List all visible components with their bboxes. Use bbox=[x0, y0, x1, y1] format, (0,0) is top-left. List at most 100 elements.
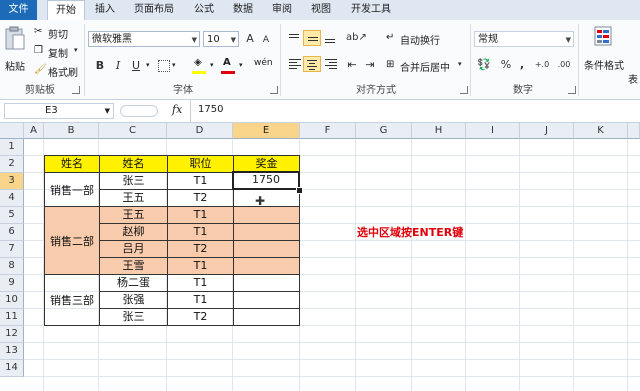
alignment-launcher-icon[interactable] bbox=[460, 86, 468, 94]
column-header-a[interactable]: A bbox=[24, 123, 44, 139]
fill-handle[interactable] bbox=[296, 187, 303, 194]
tab-developer[interactable]: 开发工具 bbox=[343, 0, 399, 20]
header-cell[interactable]: 职位 bbox=[168, 156, 234, 173]
number-format-select[interactable]: 常规 ▼ bbox=[474, 31, 574, 47]
header-cell[interactable]: 姓名 bbox=[45, 156, 100, 173]
bonus-cell[interactable] bbox=[234, 309, 300, 326]
bonus-cell[interactable] bbox=[234, 224, 300, 241]
row-header[interactable]: 4 bbox=[0, 190, 24, 207]
position-cell[interactable]: T1 bbox=[168, 224, 234, 241]
position-cell[interactable]: T2 bbox=[168, 309, 234, 326]
fill-color-button[interactable]: ◈ bbox=[192, 57, 208, 75]
name-cell[interactable]: 张三 bbox=[100, 309, 168, 326]
currency-button[interactable]: 💱 bbox=[476, 57, 492, 73]
tab-view[interactable]: 视图 bbox=[304, 0, 338, 20]
row-header[interactable]: 14 bbox=[0, 360, 24, 377]
tab-page-layout[interactable]: 页面布局 bbox=[126, 0, 182, 20]
name-cell[interactable]: 张三 bbox=[100, 173, 168, 190]
percent-button[interactable]: % bbox=[498, 57, 514, 73]
table-format-label[interactable]: 表 bbox=[628, 71, 638, 86]
row-header[interactable]: 2 bbox=[0, 156, 24, 173]
name-cell[interactable]: 王雪 bbox=[100, 258, 168, 275]
row-header[interactable]: 11 bbox=[0, 309, 24, 326]
column-header-h[interactable]: H bbox=[412, 123, 466, 139]
row-header[interactable]: 7 bbox=[0, 241, 24, 258]
decrease-decimal-button[interactable]: .00 bbox=[554, 57, 574, 73]
position-cell[interactable]: T1 bbox=[168, 173, 234, 190]
phonetic-button[interactable]: wén bbox=[254, 58, 273, 68]
formula-bar-resize-handle[interactable] bbox=[120, 105, 158, 117]
position-cell[interactable]: T2 bbox=[168, 190, 234, 207]
tab-data[interactable]: 数据 bbox=[226, 0, 260, 20]
tab-file[interactable]: 文件 bbox=[0, 0, 37, 20]
bonus-cell[interactable] bbox=[234, 292, 300, 309]
row-header[interactable]: 9 bbox=[0, 275, 24, 292]
column-header-g[interactable]: G bbox=[356, 123, 412, 139]
column-header-i[interactable]: I bbox=[466, 123, 520, 139]
position-cell[interactable]: T2 bbox=[168, 241, 234, 258]
underline-button[interactable]: U bbox=[128, 58, 144, 74]
grow-font-button[interactable]: A bbox=[242, 31, 258, 47]
bonus-cell[interactable] bbox=[234, 258, 300, 275]
column-header-d[interactable]: D bbox=[167, 123, 233, 139]
group-cell[interactable]: 销售一部 bbox=[45, 173, 100, 207]
align-bottom-button[interactable] bbox=[321, 30, 339, 46]
align-right-button[interactable] bbox=[321, 56, 339, 72]
font-name-select[interactable]: 微软雅黑 ▼ bbox=[88, 31, 200, 47]
column-header-b[interactable]: B bbox=[44, 123, 99, 139]
column-header-l[interactable] bbox=[628, 123, 640, 139]
align-top-button[interactable] bbox=[285, 30, 303, 46]
bonus-cell[interactable] bbox=[234, 207, 300, 224]
bonus-cell[interactable] bbox=[234, 241, 300, 258]
name-cell[interactable]: 杨二蛋 bbox=[100, 275, 168, 292]
active-cell-e3[interactable]: 1750 bbox=[232, 171, 300, 190]
row-header[interactable]: 1 bbox=[0, 139, 24, 156]
cut-button[interactable]: ✂ 剪切 bbox=[34, 26, 82, 41]
position-cell[interactable]: T1 bbox=[168, 207, 234, 224]
select-all-corner[interactable] bbox=[0, 123, 24, 139]
increase-indent-button[interactable]: ⇥ bbox=[362, 57, 378, 73]
clipboard-launcher-icon[interactable] bbox=[72, 86, 80, 94]
shrink-font-button[interactable]: A bbox=[258, 32, 274, 48]
row-header[interactable]: 5 bbox=[0, 207, 24, 224]
tab-review[interactable]: 审阅 bbox=[265, 0, 299, 20]
tab-insert[interactable]: 插入 bbox=[88, 0, 122, 20]
name-cell[interactable]: 赵柳 bbox=[100, 224, 168, 241]
group-cell[interactable]: 销售二部 bbox=[45, 207, 100, 275]
name-cell[interactable]: 张强 bbox=[100, 292, 168, 309]
font-launcher-icon[interactable] bbox=[270, 86, 278, 94]
position-cell[interactable]: T1 bbox=[168, 292, 234, 309]
position-cell[interactable]: T1 bbox=[168, 275, 234, 292]
merge-center-button[interactable]: ⊞ 合并后居中 ▾ bbox=[386, 59, 470, 74]
comma-button[interactable]: , bbox=[514, 57, 530, 73]
italic-button[interactable]: I bbox=[110, 58, 126, 74]
align-middle-button[interactable] bbox=[303, 30, 321, 46]
column-header-e[interactable]: E bbox=[233, 123, 300, 139]
row-header[interactable]: 8 bbox=[0, 258, 24, 275]
column-header-k[interactable]: K bbox=[574, 123, 628, 139]
row-header[interactable]: 10 bbox=[0, 292, 24, 309]
wrap-text-button[interactable]: ↵ 自动换行 bbox=[386, 32, 448, 47]
row-header[interactable]: 12 bbox=[0, 326, 24, 343]
row-header[interactable]: 6 bbox=[0, 224, 24, 241]
borders-button[interactable] bbox=[158, 60, 170, 72]
name-box[interactable]: E3 ▼ bbox=[4, 103, 114, 119]
worksheet-grid[interactable]: A B C D E F G H I J K 1 2 3 4 5 6 7 8 9 … bbox=[0, 123, 640, 391]
conditional-format-button[interactable]: 条件格式 bbox=[582, 24, 626, 82]
orientation-button[interactable]: ab↗ bbox=[346, 30, 367, 46]
name-cell[interactable]: 王五 bbox=[100, 207, 168, 224]
decrease-indent-button[interactable]: ⇤ bbox=[344, 57, 360, 73]
bonus-cell[interactable] bbox=[234, 275, 300, 292]
align-center-button[interactable] bbox=[303, 56, 321, 72]
number-launcher-icon[interactable] bbox=[568, 86, 576, 94]
paste-button[interactable]: 粘贴 bbox=[3, 24, 27, 80]
bold-button[interactable]: B bbox=[92, 58, 108, 74]
column-header-f[interactable]: F bbox=[300, 123, 356, 139]
format-painter-button[interactable]: 🖌 格式刷 bbox=[34, 64, 82, 79]
header-cell[interactable]: 姓名 bbox=[100, 156, 168, 173]
align-left-button[interactable] bbox=[285, 56, 303, 72]
column-header-j[interactable]: J bbox=[520, 123, 574, 139]
name-cell[interactable]: 吕月 bbox=[100, 241, 168, 258]
formula-input[interactable]: 1750 bbox=[198, 104, 223, 115]
row-header[interactable]: 13 bbox=[0, 343, 24, 360]
